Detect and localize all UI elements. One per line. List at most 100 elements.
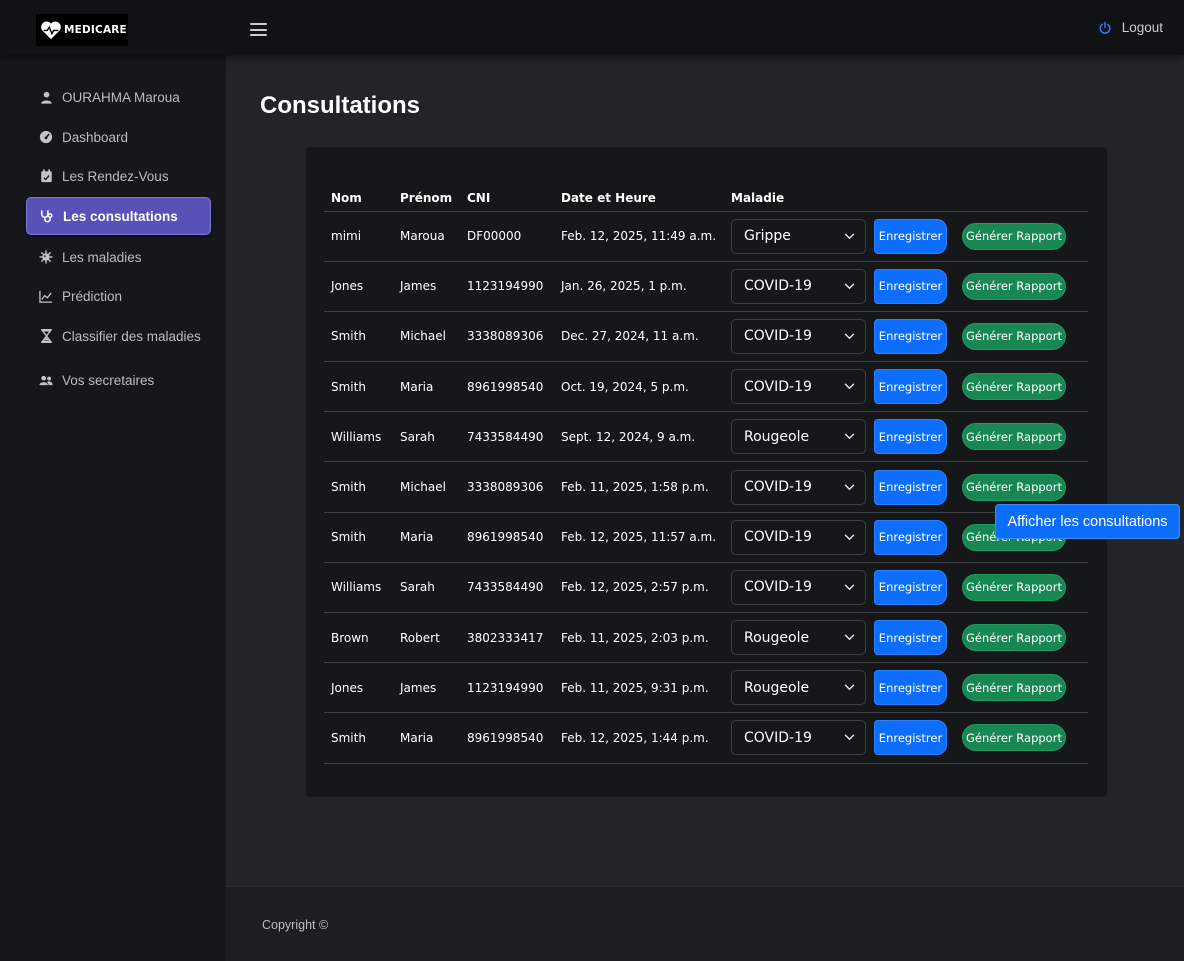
save-button[interactable]: Enregistrer <box>874 268 947 304</box>
cell-cni: 3802333417 <box>460 612 554 664</box>
generate-report-button[interactable]: Générer Rapport <box>962 322 1066 350</box>
maladie-select-value: COVID-19 <box>744 529 812 546</box>
maladie-select[interactable]: COVID-19 <box>731 519 866 555</box>
cell-cni: 1123194990 <box>460 261 554 312</box>
top-navbar: MEDICARE Logout <box>0 0 1184 55</box>
main-content: Consultations Nom Prénom CNI Date et Heu… <box>226 55 1184 886</box>
chevron-down-icon <box>844 383 855 390</box>
cell-prenom: Michael <box>393 311 460 363</box>
save-button[interactable]: Enregistrer <box>874 318 947 354</box>
cell-cni: 7433584490 <box>460 562 554 614</box>
cell-nom: Smith <box>324 512 393 563</box>
generate-report-button[interactable]: Générer Rapport <box>962 373 1066 401</box>
cell-nom: mimi <box>324 211 393 262</box>
generate-report-button[interactable]: Générer Rapport <box>962 423 1066 451</box>
footer: Copyright © <box>226 886 1184 961</box>
generate-report-button[interactable]: Générer Rapport <box>962 724 1066 752</box>
maladie-select[interactable]: Rougeole <box>731 620 866 656</box>
sidebar-item-prediction[interactable]: Prédiction <box>26 277 211 315</box>
generate-report-button[interactable]: Générer Rapport <box>962 272 1066 300</box>
sidebar-item-label: Les consultations <box>63 208 178 224</box>
users-icon <box>39 373 53 387</box>
table-row: Jones James 1123194990 Jan. 26, 2025, 1 … <box>324 261 1088 312</box>
maladie-select[interactable]: COVID-19 <box>731 569 866 605</box>
cell-nom: Williams <box>324 411 393 463</box>
sidebar-item-rendez-vous[interactable]: Les Rendez-Vous <box>26 157 211 195</box>
sidebar-item-profile[interactable]: OURAHMA Maroua <box>26 78 211 116</box>
generate-report-button[interactable]: Générer Rapport <box>962 573 1066 601</box>
generate-report-button[interactable]: Générer Rapport <box>962 624 1066 652</box>
maladie-select[interactable]: COVID-19 <box>731 469 866 505</box>
logout-button[interactable]: Logout <box>1098 20 1163 35</box>
save-button[interactable]: Enregistrer <box>874 569 947 605</box>
cell-nom: Brown <box>324 612 393 664</box>
cell-nom: Williams <box>324 562 393 614</box>
cell-prenom: Maria <box>393 512 460 563</box>
cell-prenom: Sarah <box>393 562 460 614</box>
sidebar-item-classifier[interactable]: Classifier des maladies <box>26 317 211 355</box>
table-header-row: Nom Prénom CNI Date et Heure Maladie <box>324 185 1088 212</box>
cell-prenom: Michael <box>393 461 460 513</box>
chevron-down-icon <box>844 232 855 239</box>
sidebar-item-label: Les Rendez-Vous <box>62 168 169 184</box>
maladie-select-value: COVID-19 <box>744 378 812 395</box>
maladie-select-value: COVID-19 <box>744 579 812 596</box>
column-header-nom: Nom <box>324 185 393 212</box>
hamburger-icon[interactable] <box>250 23 267 36</box>
table-row: Smith Maria 8961998540 Oct. 19, 2024, 5 … <box>324 361 1088 413</box>
user-icon <box>39 90 53 104</box>
maladie-select[interactable]: COVID-19 <box>731 369 866 405</box>
cell-cni: DF00000 <box>460 211 554 262</box>
generate-report-button[interactable]: Générer Rapport <box>962 222 1066 250</box>
table-row: Smith Maria 8961998540 Feb. 12, 2025, 11… <box>324 512 1088 563</box>
maladie-select[interactable]: COVID-19 <box>731 720 866 756</box>
dashboard-gauge-icon <box>39 130 53 144</box>
maladie-select[interactable]: Rougeole <box>731 670 866 706</box>
save-button[interactable]: Enregistrer <box>874 519 947 555</box>
table-row: Smith Maria 8961998540 Feb. 12, 2025, 1:… <box>324 712 1088 764</box>
cell-date: Feb. 11, 2025, 1:58 p.m. <box>554 461 724 513</box>
maladie-select-value: COVID-19 <box>744 479 812 496</box>
chevron-down-icon <box>844 634 855 641</box>
cell-cni: 8961998540 <box>460 512 554 563</box>
cell-date: Sept. 12, 2024, 9 a.m. <box>554 411 724 463</box>
power-icon <box>1099 21 1111 34</box>
maladie-select[interactable]: COVID-19 <box>731 268 866 304</box>
hourglass-icon <box>39 329 53 343</box>
sidebar-item-consultations[interactable]: Les consultations <box>26 197 211 235</box>
save-button[interactable]: Enregistrer <box>874 369 947 405</box>
column-header-prenom: Prénom <box>393 185 460 212</box>
sidebar-item-dashboard[interactable]: Dashboard <box>26 118 211 156</box>
generate-report-button[interactable]: Générer Rapport <box>962 674 1066 702</box>
maladie-select[interactable]: Rougeole <box>731 419 866 455</box>
maladie-select[interactable]: Grippe <box>731 218 866 254</box>
cell-date: Feb. 12, 2025, 1:44 p.m. <box>554 712 724 764</box>
sidebar-item-label: OURAHMA Maroua <box>62 89 180 105</box>
save-button[interactable]: Enregistrer <box>874 419 947 455</box>
sidebar-item-secretaires[interactable]: Vos secretaires <box>26 361 211 399</box>
table-row: Williams Sarah 7433584490 Sept. 12, 2024… <box>324 411 1088 463</box>
maladie-select[interactable]: COVID-19 <box>731 318 866 354</box>
row-actions: COVID-19 Enregistrer Générer Rapport <box>731 569 1088 605</box>
save-button[interactable]: Enregistrer <box>874 670 947 706</box>
generate-report-button[interactable]: Générer Rapport <box>962 473 1066 501</box>
save-button[interactable]: Enregistrer <box>874 720 947 756</box>
table-row: Williams Sarah 7433584490 Feb. 12, 2025,… <box>324 562 1088 614</box>
save-button[interactable]: Enregistrer <box>874 620 947 656</box>
row-actions: COVID-19 Enregistrer Générer Rapport <box>731 469 1088 505</box>
cell-actions: COVID-19 Enregistrer Générer Rapport <box>724 712 1088 764</box>
row-actions: Rougeole Enregistrer Générer Rapport <box>731 670 1088 706</box>
sidebar-item-maladies[interactable]: Les maladies <box>26 238 211 276</box>
row-actions: COVID-19 Enregistrer Générer Rapport <box>731 720 1088 756</box>
brand-logo[interactable]: MEDICARE <box>36 14 128 46</box>
cell-date: Feb. 12, 2025, 11:57 a.m. <box>554 512 724 563</box>
chevron-down-icon <box>844 333 855 340</box>
chevron-down-icon <box>844 534 855 540</box>
save-button[interactable]: Enregistrer <box>874 469 947 505</box>
save-button[interactable]: Enregistrer <box>874 218 947 254</box>
maladie-select-value: Rougeole <box>744 679 810 696</box>
cell-prenom: Maroua <box>393 211 460 262</box>
row-actions: Grippe Enregistrer Générer Rapport <box>731 218 1088 254</box>
sidebar: OURAHMA Maroua Dashboard Les Rendez-Vous… <box>0 55 226 961</box>
cell-nom: Jones <box>324 261 393 312</box>
